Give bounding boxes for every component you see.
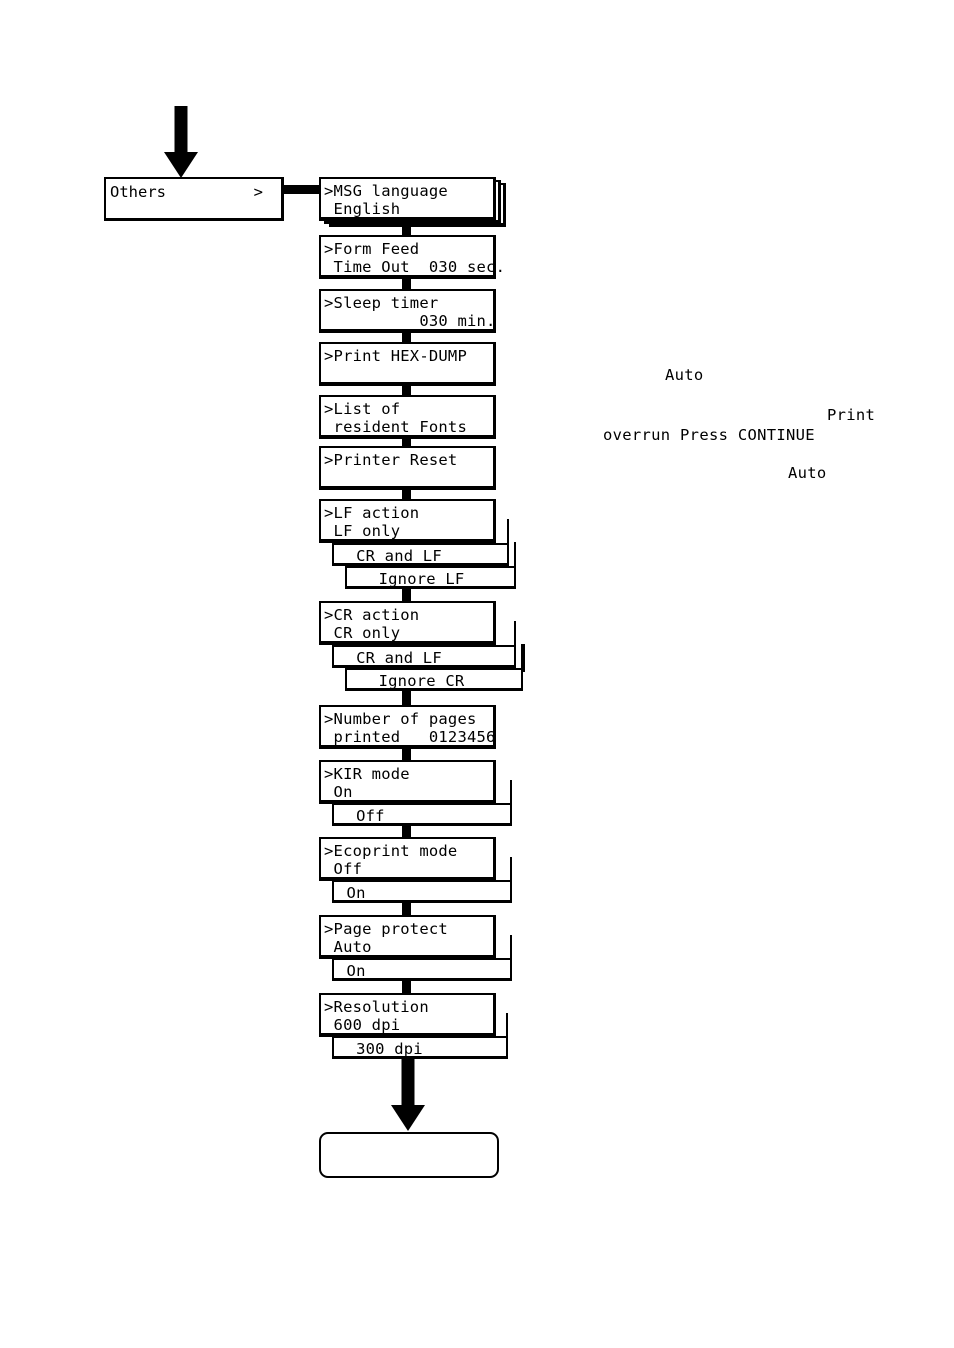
option-kir-off[interactable]: Off bbox=[332, 803, 512, 826]
node-line1: >LF action bbox=[324, 504, 419, 522]
node-list-of-resident-fonts[interactable]: >List of resident Fonts bbox=[319, 395, 496, 439]
node-line1: >Ecoprint mode bbox=[324, 842, 457, 860]
chevron-right-icon: > bbox=[254, 183, 263, 201]
node-resolution[interactable]: >Resolution 600 dpi bbox=[319, 993, 496, 1037]
node-line2: 030 min. bbox=[324, 312, 496, 330]
bracket-cr-1 bbox=[514, 621, 516, 647]
bracket-kir-1 bbox=[510, 780, 512, 805]
node-line1: >Number of pages bbox=[324, 710, 477, 728]
node-line1: >Form Feed bbox=[324, 240, 419, 258]
node-kir-mode[interactable]: >KIR mode On bbox=[319, 760, 496, 804]
option-label: On bbox=[337, 884, 366, 902]
node-line1: >Printer Reset bbox=[324, 451, 457, 469]
bracket-lf-2 bbox=[514, 542, 516, 568]
bracket-lf-1 bbox=[507, 519, 509, 545]
bracket-eco-1 bbox=[510, 857, 512, 882]
node-line2: printed 0123456 bbox=[324, 728, 496, 746]
entry-arrow-icon bbox=[163, 106, 199, 178]
node-line2: On bbox=[324, 783, 353, 801]
node-cr-action[interactable]: >CR action CR only bbox=[319, 601, 496, 645]
option-ecoprint-on[interactable]: On bbox=[332, 880, 512, 903]
node-line2: 600 dpi bbox=[324, 1016, 400, 1034]
bracket-res-1 bbox=[506, 1013, 508, 1038]
node-line1: >Print HEX-DUMP bbox=[324, 347, 467, 365]
annotation-auto-2: Auto bbox=[788, 464, 827, 482]
node-line1: >MSG language bbox=[324, 182, 448, 200]
node-line1: >Page protect bbox=[324, 920, 448, 938]
option-cr-ignore-cr[interactable]: Ignore CR bbox=[345, 668, 523, 691]
option-label: 300 dpi bbox=[337, 1040, 423, 1058]
terminator-box[interactable] bbox=[319, 1132, 499, 1178]
node-line1: >CR action bbox=[324, 606, 419, 624]
node-ecoprint-mode[interactable]: >Ecoprint mode Off bbox=[319, 837, 496, 881]
entry-menu-label: Others bbox=[110, 183, 166, 201]
option-label: Ignore CR bbox=[350, 672, 464, 690]
node-line2: CR only bbox=[324, 624, 400, 642]
option-cr-cr-and-lf[interactable]: CR and LF bbox=[332, 645, 516, 668]
option-label: On bbox=[337, 962, 366, 980]
node-line2: Time Out 030 sec. bbox=[324, 258, 505, 276]
node-form-feed[interactable]: >Form Feed Time Out 030 sec. bbox=[319, 235, 496, 279]
node-number-of-pages-printed[interactable]: >Number of pages printed 0123456 bbox=[319, 705, 496, 749]
node-line2: Auto bbox=[324, 938, 372, 956]
connector-others-to-msg bbox=[283, 185, 319, 194]
node-lf-action[interactable]: >LF action LF only bbox=[319, 499, 496, 543]
option-lf-ignore-lf[interactable]: Ignore LF bbox=[345, 566, 516, 589]
option-label: Off bbox=[337, 807, 385, 825]
option-resolution-300dpi[interactable]: 300 dpi bbox=[332, 1036, 508, 1059]
node-printer-reset[interactable]: >Printer Reset bbox=[319, 446, 496, 490]
node-line2: LF only bbox=[324, 522, 400, 540]
exit-arrow-icon bbox=[390, 1059, 426, 1131]
option-label: Ignore LF bbox=[350, 570, 464, 588]
node-sleep-timer[interactable]: >Sleep timer 030 min. bbox=[319, 289, 496, 333]
node-line2: resident Fonts bbox=[324, 418, 467, 436]
bracket-pp-1 bbox=[510, 935, 512, 960]
entry-menu-others[interactable]: Others > bbox=[104, 177, 284, 221]
option-pageprotect-on[interactable]: On bbox=[332, 958, 512, 981]
option-label: CR and LF bbox=[337, 547, 442, 565]
diagram-canvas: Others > >MSG language English >Form Fee… bbox=[0, 0, 954, 1348]
node-line1: >KIR mode bbox=[324, 765, 410, 783]
node-line2: Off bbox=[324, 860, 362, 878]
node-print-hex-dump[interactable]: >Print HEX-DUMP bbox=[319, 342, 496, 386]
node-line1: >List of bbox=[324, 400, 400, 418]
annotation-auto-1: Auto bbox=[665, 366, 704, 384]
connector-craction-to-pages bbox=[402, 691, 411, 705]
node-line1: >Resolution bbox=[324, 998, 429, 1016]
node-line1: >Sleep timer bbox=[324, 294, 438, 312]
option-label: CR and LF bbox=[337, 649, 442, 667]
node-page-protect[interactable]: >Page protect Auto bbox=[319, 915, 496, 959]
option-lf-cr-and-lf[interactable]: CR and LF bbox=[332, 543, 509, 566]
node-msg-language[interactable]: >MSG language English bbox=[319, 177, 496, 221]
annotation-overrun: overrun Press CONTINUE bbox=[603, 426, 815, 444]
annotation-print: Print bbox=[827, 406, 875, 424]
node-line2: English bbox=[324, 200, 400, 218]
